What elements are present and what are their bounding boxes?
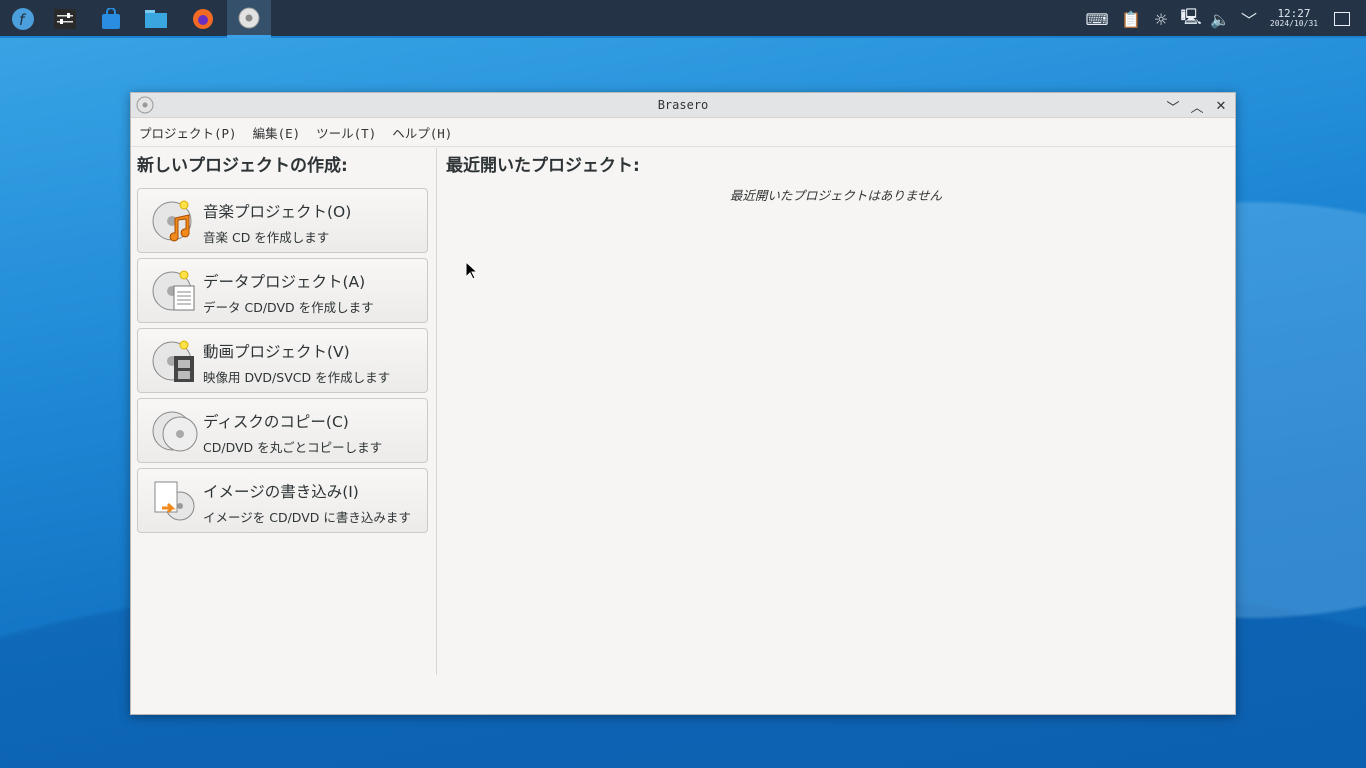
project-description: CD/DVD を丸ごとコピーします (203, 440, 383, 455)
brasero-app-button[interactable] (227, 0, 271, 38)
minimize-button[interactable]: ﹀ (1163, 96, 1183, 116)
project-description: データ CD/DVD を作成します (203, 300, 374, 315)
recent-projects-heading: 最近開いたプロジェクト: (446, 156, 640, 176)
clipboard-icon[interactable]: 📋 (1117, 0, 1145, 38)
image-project-icon (154, 481, 195, 521)
firefox-app-button[interactable] (181, 0, 225, 38)
title-bar[interactable]: Brasero ﹀ ︿ ✕ (131, 93, 1235, 118)
settings-app-button[interactable] (43, 0, 87, 38)
chevron-down-icon[interactable]: ﹀ (1235, 0, 1263, 38)
taskbar: f ⌨ 📋 ☼ 🖳 🔈 ﹀ 12:27 2024/10/31 (0, 0, 1366, 38)
mouse-cursor (465, 261, 479, 280)
project-title: データプロジェクト(A) (203, 273, 366, 291)
keyboard-icon[interactable]: ⌨ (1083, 0, 1111, 38)
project-description: 音楽 CD を作成します (203, 230, 330, 245)
fedora-icon: f (12, 8, 34, 30)
shopping-bag-icon (102, 8, 120, 29)
disc-icon (238, 7, 260, 28)
close-button[interactable]: ✕ (1211, 96, 1231, 116)
project-button-image[interactable]: イメージの書き込み(I) イメージを CD/DVD に書き込みます (137, 468, 428, 533)
project-button-data[interactable]: データプロジェクト(A) データ CD/DVD を作成します (137, 258, 428, 323)
project-title: ディスクのコピー(C) (203, 413, 349, 431)
menu-bar: プロジェクト(P) 編集(E) ツール(T) ヘルプ(H) (131, 118, 1235, 147)
show-desktop-button[interactable] (1328, 0, 1356, 38)
data-project-icon (152, 270, 195, 311)
clock[interactable]: 12:27 2024/10/31 (1264, 8, 1324, 29)
project-button-music[interactable]: 音楽プロジェクト(O) 音楽 CD を作成します (137, 188, 428, 253)
folder-icon (145, 10, 167, 28)
desktop-icon (1334, 12, 1350, 26)
software-app-button[interactable] (89, 0, 133, 38)
brasero-window: Brasero ﹀ ︿ ✕ プロジェクト(P) 編集(E) ツール(T) ヘルプ… (130, 92, 1236, 715)
firefox-icon (193, 9, 213, 29)
project-title: イメージの書き込み(I) (203, 483, 359, 501)
project-button-copy[interactable]: ディスクのコピー(C) CD/DVD を丸ごとコピーします (137, 398, 428, 463)
menu-help[interactable]: ヘルプ(H) (392, 123, 452, 142)
maximize-button[interactable]: ︿ (1187, 96, 1207, 116)
video-project-icon (152, 340, 194, 382)
network-icon[interactable]: 🖳 (1177, 0, 1205, 38)
project-title: 音楽プロジェクト(O) (203, 203, 352, 221)
project-description: イメージを CD/DVD に書き込みます (203, 510, 411, 525)
music-project-icon (152, 200, 192, 242)
project-title: 動画プロジェクト(V) (203, 343, 350, 361)
files-app-button[interactable] (134, 0, 178, 38)
project-button-video[interactable]: 動画プロジェクト(V) 映像用 DVD/SVCD を作成します (137, 328, 428, 393)
recent-empty-message: 最近開いたプロジェクトはありません (729, 188, 943, 203)
volume-icon[interactable]: 🔈 (1206, 0, 1234, 38)
copy-project-icon (152, 411, 198, 452)
sliders-icon (54, 9, 76, 29)
window-title: Brasero (657, 98, 709, 112)
menu-tools[interactable]: ツール(T) (316, 123, 376, 142)
new-project-heading: 新しいプロジェクトの作成: (137, 156, 348, 176)
project-description: 映像用 DVD/SVCD を作成します (203, 370, 391, 385)
menu-project[interactable]: プロジェクト(P) (139, 123, 237, 142)
brightness-icon[interactable]: ☼ (1147, 0, 1175, 38)
fedora-menu-button[interactable]: f (1, 0, 45, 38)
menu-edit[interactable]: 編集(E) (253, 123, 301, 142)
